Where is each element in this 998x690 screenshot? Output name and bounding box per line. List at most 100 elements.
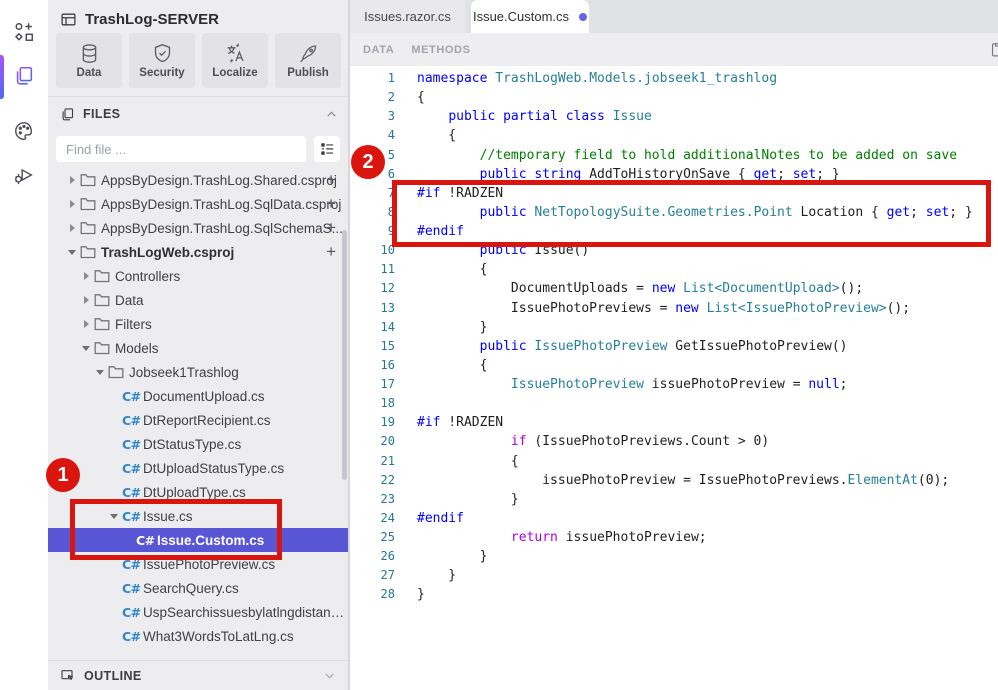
folder-tree-item[interactable]: AppsByDesign.TrashLog.Shared.csproj+: [48, 168, 348, 192]
code-text: DocumentUploads = new List<DocumentUploa…: [395, 279, 863, 298]
folder-tree-item[interactable]: Filters: [48, 312, 348, 336]
caret-right-icon[interactable]: [70, 224, 75, 232]
caret-right-icon[interactable]: [84, 320, 89, 328]
code-line[interactable]: 19#if !RADZEN: [350, 413, 998, 432]
code-line[interactable]: 14 }: [350, 318, 998, 337]
outline-section-header[interactable]: OUTLINE: [48, 660, 348, 690]
code-line[interactable]: 20 if (IssuePhotoPreviews.Count > 0): [350, 432, 998, 451]
caret-down-icon[interactable]: [68, 250, 76, 255]
tab-issue-custom-cs[interactable]: Issue.Custom.cs: [471, 0, 589, 33]
code-line[interactable]: 3 public partial class Issue: [350, 107, 998, 126]
tree-item-label: UspSearchissuesbylatlngdistandsta...: [143, 605, 348, 620]
file-tree-item[interactable]: C#DtUploadStatusType.cs: [48, 456, 348, 480]
code-line[interactable]: 25 return issuePhotoPreview;: [350, 528, 998, 547]
code-line[interactable]: 10 public Issue(): [350, 241, 998, 260]
chevron-down-icon[interactable]: [323, 669, 336, 682]
caret-right-icon[interactable]: [70, 200, 75, 208]
line-number: 17: [350, 375, 395, 394]
file-tree-item[interactable]: C#Issue.cs: [48, 504, 348, 528]
code-line[interactable]: 13 IssuePhotoPreviews = new List<IssuePh…: [350, 299, 998, 318]
code-line[interactable]: 16 {: [350, 356, 998, 375]
security-button[interactable]: Security: [129, 33, 195, 88]
code-line[interactable]: 4 {: [350, 126, 998, 145]
find-file-input[interactable]: [56, 136, 306, 162]
editor-sub-toolbar: DATA METHODS: [350, 33, 998, 66]
code-line[interactable]: 12 DocumentUploads = new List<DocumentUp…: [350, 279, 998, 298]
folder-icon: [80, 173, 98, 187]
file-tree-item[interactable]: C#DtUploadType.cs: [48, 480, 348, 504]
code-line[interactable]: 11 {: [350, 260, 998, 279]
line-number: 26: [350, 547, 395, 566]
caret-right-icon[interactable]: [84, 272, 89, 280]
pages-icon[interactable]: [0, 56, 48, 96]
tree-view-toggle-button[interactable]: [314, 136, 340, 162]
code-line[interactable]: 26 }: [350, 547, 998, 566]
folder-tree-item[interactable]: AppsByDesign.TrashLog.SqlSchemaS...+: [48, 216, 348, 240]
line-number: 5: [350, 146, 395, 165]
add-item-button[interactable]: +: [326, 168, 336, 192]
caret-right-icon[interactable]: [84, 296, 89, 304]
sidebar: TrashLog-SERVER Data: [48, 0, 348, 690]
file-tree-item[interactable]: C#IssuePhotoPreview.cs: [48, 552, 348, 576]
caret-down-icon[interactable]: [82, 346, 90, 351]
theme-icon[interactable]: [0, 111, 48, 151]
folder-tree-item[interactable]: Jobseek1Trashlog: [48, 360, 348, 384]
file-tree-item[interactable]: C#DtStatusType.cs: [48, 432, 348, 456]
folder-tree-item[interactable]: Data: [48, 288, 348, 312]
file-tree-item[interactable]: C#DocumentUpload.cs: [48, 384, 348, 408]
code-text: #endif: [395, 222, 464, 241]
folder-tree-item[interactable]: Controllers: [48, 264, 348, 288]
folder-tree-item[interactable]: TrashLogWeb.csproj+: [48, 240, 348, 264]
caret-down-icon[interactable]: [110, 514, 118, 519]
localize-button[interactable]: Localize: [202, 33, 268, 88]
design-icon[interactable]: [0, 12, 48, 52]
code-line[interactable]: 2{: [350, 88, 998, 107]
code-line[interactable]: 17 IssuePhotoPreview issuePhotoPreview =…: [350, 375, 998, 394]
code-line[interactable]: 15 public IssuePhotoPreview GetIssuePhot…: [350, 337, 998, 356]
code-line[interactable]: 7#if !RADZEN: [350, 184, 998, 203]
caret-down-icon[interactable]: [96, 370, 104, 375]
tab-data[interactable]: DATA: [363, 44, 394, 56]
caret-right-icon[interactable]: [70, 176, 75, 184]
chevron-up-icon[interactable]: [325, 108, 338, 121]
code-line[interactable]: 9#endif: [350, 222, 998, 241]
line-number: 21: [350, 452, 395, 471]
code-line[interactable]: 27 }: [350, 566, 998, 585]
tree-item-label: Issue.Custom.cs: [157, 533, 264, 548]
data-button[interactable]: Data: [56, 33, 122, 88]
files-section-header[interactable]: FILES: [60, 103, 338, 125]
code-line[interactable]: 5 //temporary field to hold additionalNo…: [350, 146, 998, 165]
file-tree-item[interactable]: C#SearchQuery.cs: [48, 576, 348, 600]
code-line[interactable]: 8 public NetTopologySuite.Geometries.Poi…: [350, 203, 998, 222]
code-line[interactable]: 23 }: [350, 490, 998, 509]
folder-tree-item[interactable]: Models: [48, 336, 348, 360]
line-number: 10: [350, 241, 395, 260]
debug-icon[interactable]: [0, 155, 48, 195]
code-line[interactable]: 22 issuePhotoPreview = IssuePhotoPreview…: [350, 471, 998, 490]
unsaved-changes-dot: [579, 13, 587, 21]
add-item-button[interactable]: +: [326, 216, 336, 240]
file-tree-item[interactable]: C#DtReportRecipient.cs: [48, 408, 348, 432]
file-tree-item[interactable]: C#Issue.Custom.cs: [48, 528, 348, 552]
file-tree-item[interactable]: C#UspSearchissuesbylatlngdistandsta...: [48, 600, 348, 624]
code-editor[interactable]: 1namespace TrashLogWeb.Models.jobseek1_t…: [350, 66, 998, 605]
line-number: 4: [350, 126, 395, 145]
app-window: TrashLog-SERVER Data: [0, 0, 998, 690]
line-number: 8: [350, 203, 395, 222]
code-line[interactable]: 24#endif: [350, 509, 998, 528]
code-line[interactable]: 28}: [350, 585, 998, 604]
code-line[interactable]: 1namespace TrashLogWeb.Models.jobseek1_t…: [350, 69, 998, 88]
clipboard-icon[interactable]: [989, 41, 998, 58]
folder-tree-item[interactable]: AppsByDesign.TrashLog.SqlData.csproj+: [48, 192, 348, 216]
code-line[interactable]: 6 public string AddToHistoryOnSave { get…: [350, 165, 998, 184]
sidebar-scrollbar[interactable]: [342, 230, 347, 480]
publish-button[interactable]: Publish: [275, 33, 341, 88]
code-line[interactable]: 21 {: [350, 452, 998, 471]
code-line[interactable]: 18: [350, 394, 998, 413]
add-item-button[interactable]: +: [326, 192, 336, 216]
add-item-button[interactable]: +: [326, 240, 336, 264]
tab-methods[interactable]: METHODS: [411, 44, 470, 56]
line-number: 13: [350, 299, 395, 318]
file-tree-item[interactable]: C#What3WordsToLatLng.cs: [48, 624, 348, 648]
tab-issues-razor-cs[interactable]: Issues.razor.cs: [350, 0, 465, 33]
